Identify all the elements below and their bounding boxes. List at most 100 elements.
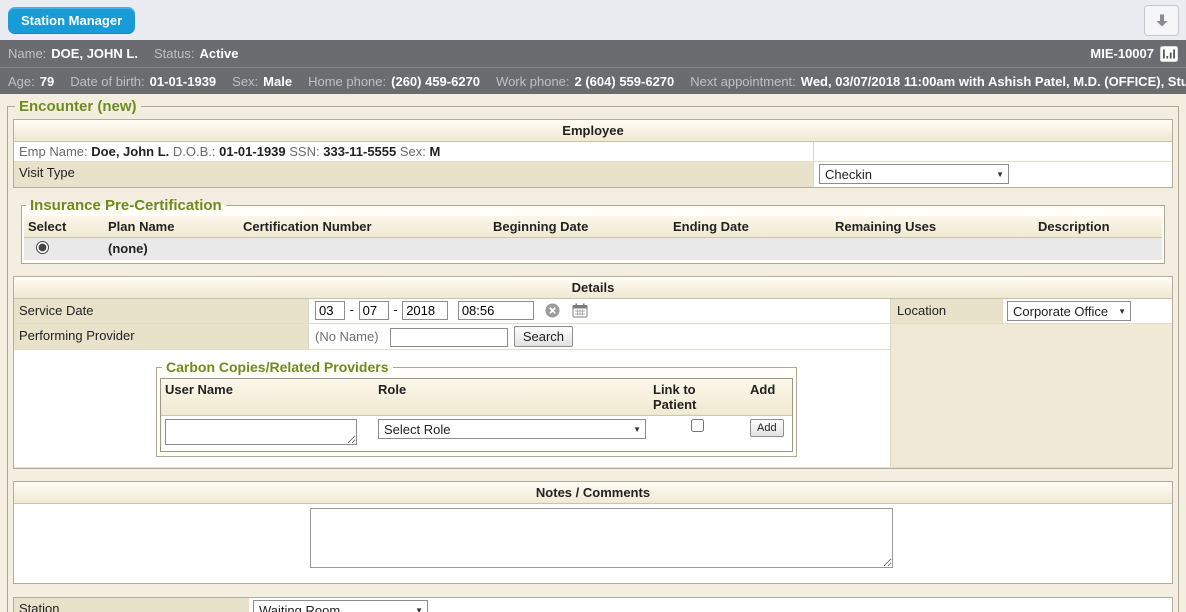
col-add: Add (746, 379, 792, 416)
location-value: Corporate Office (1013, 304, 1108, 319)
emp-ssn-label: SSN: (289, 144, 319, 159)
plan-name-value: (none) (104, 238, 239, 260)
age-value: 79 (40, 74, 54, 89)
patient-name: DOE, JOHN L. (51, 46, 138, 61)
service-date-month-input[interactable] (315, 301, 345, 320)
bar-chart-icon[interactable] (1160, 46, 1178, 62)
col-role: Role (374, 379, 649, 416)
home-phone-value: (260) 459-6270 (391, 74, 480, 89)
chevron-down-icon: ▼ (415, 606, 423, 612)
emp-ssn-value: 333-11-5555 (323, 144, 396, 159)
employee-info-row: Emp Name: Doe, John L. D.O.B.: 01-01-193… (14, 142, 1172, 161)
clear-date-button[interactable] (545, 303, 560, 318)
insurance-table-row: (none) (24, 238, 1162, 260)
cc-role-select[interactable]: Select Role ▼ (378, 419, 646, 439)
calendar-picker-button[interactable] (572, 303, 588, 318)
patient-id: MIE-10007 (1090, 46, 1154, 61)
station-label: Station (14, 598, 249, 612)
visit-type-row: Visit Type Checkin ▼ (14, 161, 1172, 187)
emp-sex-label: Sex: (400, 144, 426, 159)
provider-search-button[interactable]: Search (514, 326, 573, 347)
employee-header: Employee (14, 120, 1172, 142)
carbon-copies-header-row: User Name Role Link to Patient Add (161, 379, 792, 416)
location-select[interactable]: Corporate Office ▼ (1007, 301, 1131, 321)
encounter-section: Encounter (new) Employee Emp Name: Doe, … (7, 98, 1179, 612)
location-label: Location (891, 299, 1003, 324)
precert-none-radio[interactable] (36, 241, 49, 254)
performing-provider-label: Performing Provider (14, 324, 309, 350)
employee-info: Emp Name: Doe, John L. D.O.B.: 01-01-193… (14, 142, 814, 161)
col-link-to-patient: Link to Patient (649, 379, 746, 416)
station-select[interactable]: Waiting Room ▼ (253, 600, 428, 612)
visit-type-label: Visit Type (14, 162, 814, 187)
col-beginning-date: Beginning Date (489, 216, 669, 238)
service-date-year-input[interactable] (402, 301, 448, 320)
carbon-copies-cell: Carbon Copies/Related Providers User Nam… (14, 350, 891, 468)
name-label: Name: (8, 46, 46, 61)
emp-name-label: Emp Name: (19, 144, 88, 159)
emp-name-value: Doe, John L. (91, 144, 169, 159)
insurance-table-header: Select Plan Name Certification Number Be… (24, 216, 1162, 238)
col-plan-name: Plan Name (104, 216, 239, 238)
date-separator: - (393, 302, 397, 317)
carbon-copies-section: Carbon Copies/Related Providers User Nam… (156, 359, 797, 457)
employee-table: Employee Emp Name: Doe, John L. D.O.B.: … (13, 119, 1173, 188)
emp-dob-value: 01-01-1939 (219, 144, 286, 159)
insurance-table: Select Plan Name Certification Number Be… (24, 216, 1162, 260)
col-user-name: User Name (161, 379, 374, 416)
patient-name-bar: Name: DOE, JOHN L. Status: Active MIE-10… (0, 40, 1186, 67)
details-grid: Service Date - - (14, 299, 1172, 468)
age-label: Age: (8, 74, 35, 89)
details-header: Details (14, 277, 1172, 299)
employee-info-right-cell (814, 142, 1172, 161)
service-date-cell: - - (309, 299, 891, 324)
insurance-precert-legend: Insurance Pre-Certification (26, 197, 226, 214)
work-phone-label: Work phone: (496, 74, 569, 89)
service-date-label: Service Date (14, 299, 309, 324)
demographics-bar: Age: 79 Date of birth: 01-01-1939 Sex: M… (0, 67, 1186, 94)
next-appt-label: Next appointment: (690, 74, 796, 89)
col-cert-number: Certification Number (239, 216, 489, 238)
insurance-precert-section: Insurance Pre-Certification Select Plan … (21, 197, 1165, 264)
download-icon (1153, 12, 1171, 30)
link-to-patient-checkbox[interactable] (691, 419, 704, 432)
notes-header: Notes / Comments (14, 482, 1172, 504)
chevron-down-icon: ▼ (633, 425, 641, 434)
chevron-down-icon: ▼ (996, 170, 1004, 179)
chevron-down-icon: ▼ (1118, 307, 1126, 316)
circle-x-icon (545, 303, 560, 318)
date-separator: - (350, 302, 354, 317)
col-description: Description (1034, 216, 1162, 238)
encounter-legend: Encounter (new) (15, 98, 141, 115)
download-button[interactable] (1144, 5, 1179, 36)
col-remaining-uses: Remaining Uses (831, 216, 1034, 238)
notes-table: Notes / Comments (13, 481, 1173, 584)
cc-user-name-input[interactable] (165, 419, 357, 445)
cc-add-button[interactable]: Add (750, 419, 784, 437)
dob-value: 01-01-1939 (150, 74, 217, 89)
visit-type-select[interactable]: Checkin ▼ (819, 164, 1009, 184)
performing-provider-cell: (No Name) Search (309, 324, 891, 350)
visit-type-value: Checkin (825, 167, 872, 182)
provider-search-input[interactable] (390, 328, 508, 347)
details-table: Details Service Date - - (13, 276, 1173, 469)
station-table: Station Waiting Room ▼ (13, 597, 1173, 612)
col-ending-date: Ending Date (669, 216, 831, 238)
col-select: Select (24, 216, 104, 238)
details-right-filler (891, 324, 1172, 468)
notes-textarea[interactable] (310, 508, 893, 568)
notes-body (14, 504, 1172, 583)
sex-value: Male (263, 74, 292, 89)
home-phone-label: Home phone: (308, 74, 386, 89)
emp-dob-label: D.O.B.: (173, 144, 216, 159)
service-time-input[interactable] (458, 301, 534, 320)
station-row: Station Waiting Room ▼ (14, 598, 1172, 612)
carbon-copies-legend: Carbon Copies/Related Providers (162, 359, 393, 375)
sex-label: Sex: (232, 74, 258, 89)
station-manager-button[interactable]: Station Manager (8, 7, 135, 34)
app-top-bar: Station Manager (0, 0, 1186, 40)
next-appt-value: Wed, 03/07/2018 11:00am with Ashish Pate… (801, 74, 1186, 89)
patient-status: Active (199, 46, 238, 61)
carbon-copies-table: User Name Role Link to Patient Add Selec… (160, 378, 793, 452)
service-date-day-input[interactable] (359, 301, 389, 320)
